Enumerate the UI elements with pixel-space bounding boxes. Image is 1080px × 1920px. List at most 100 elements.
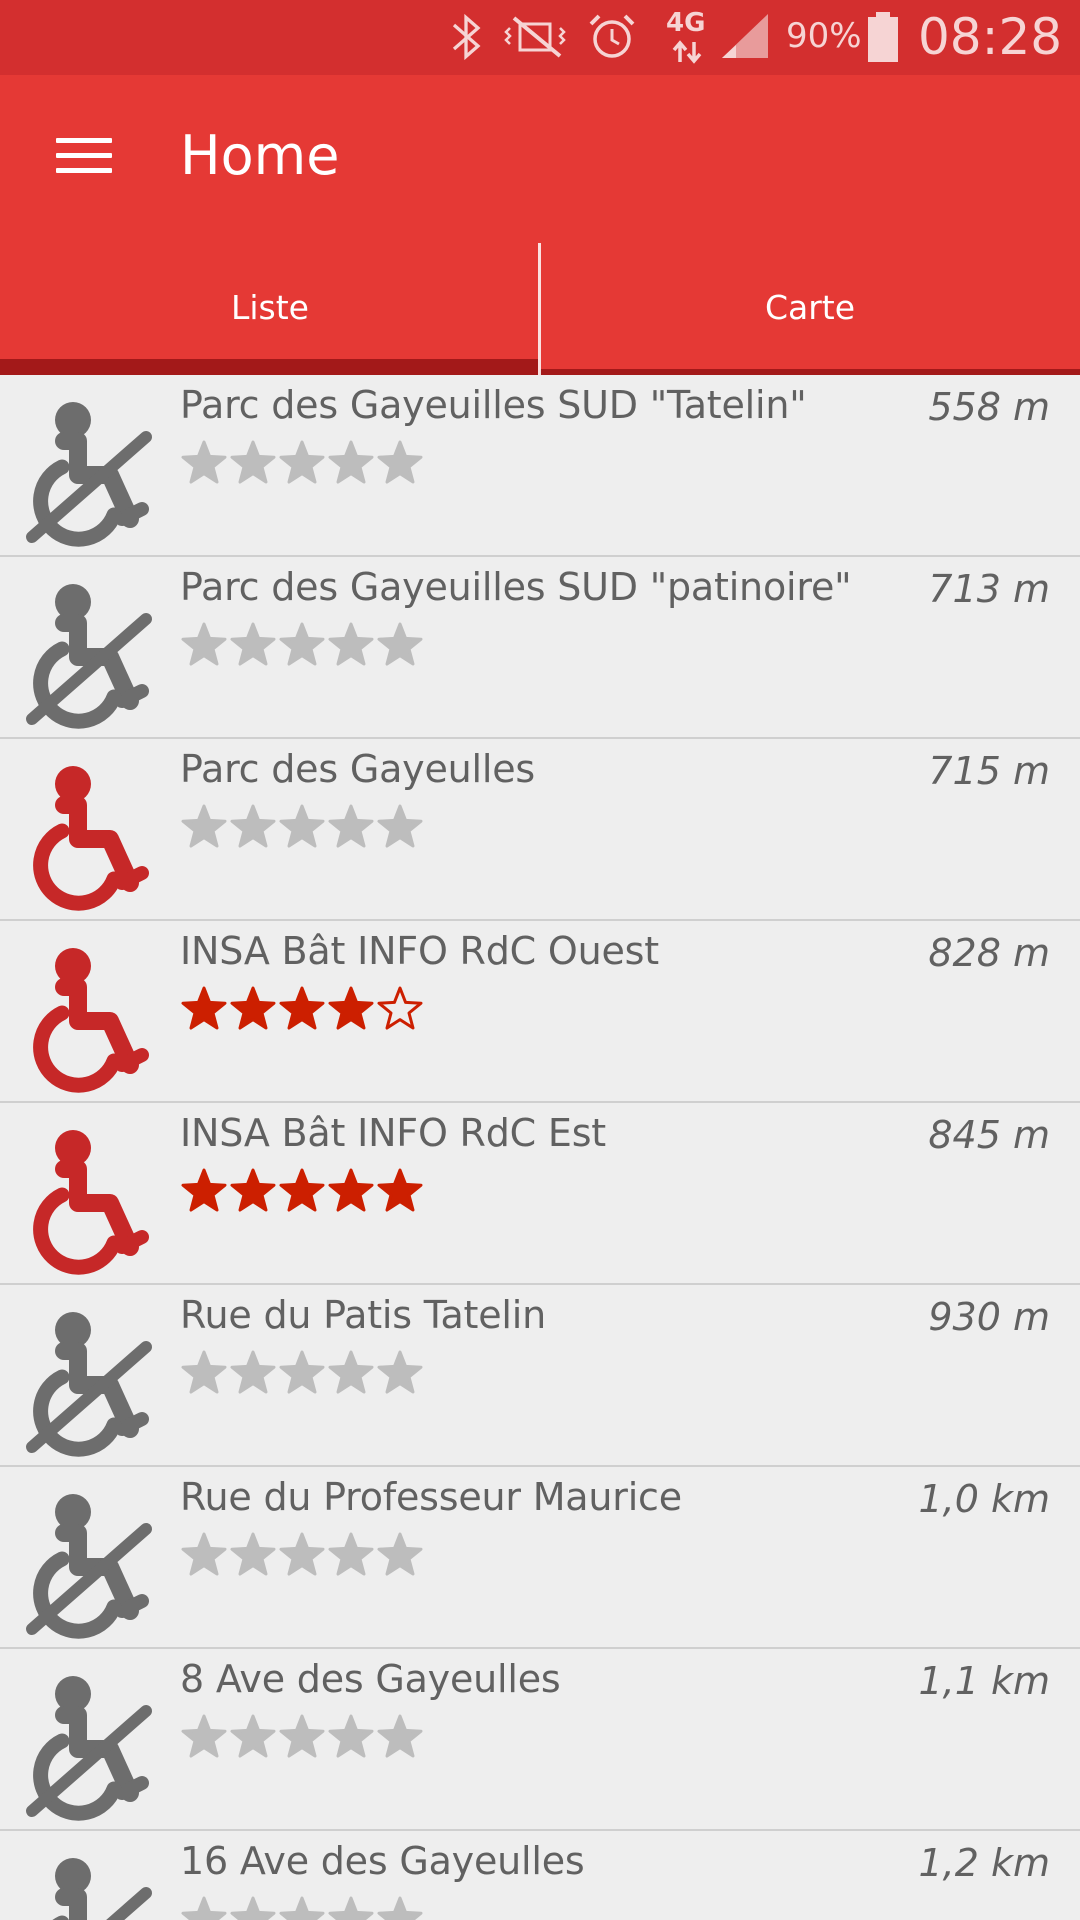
star-icon: [279, 1350, 325, 1394]
place-distance: 715 m: [928, 749, 1050, 793]
place-row[interactable]: Rue du Professeur Maurice 1,0 km: [0, 1467, 1080, 1649]
place-distance: 845 m: [928, 1113, 1050, 1157]
place-name: INSA Bât INFO RdC Est: [180, 1111, 606, 1155]
star-icon: [328, 1714, 374, 1758]
place-distance: 713 m: [928, 567, 1050, 611]
page-title: Home: [180, 124, 340, 187]
rating-stars: [180, 985, 424, 1035]
star-icon: [279, 1714, 325, 1758]
place-row[interactable]: 16 Ave des Gayeulles 1,2 km: [0, 1831, 1080, 1920]
star-icon: [377, 1896, 423, 1920]
rating-stars: [180, 621, 424, 671]
rating-stars: [180, 1713, 424, 1763]
hamburger-menu-icon[interactable]: [38, 117, 128, 191]
place-name: INSA Bât INFO RdC Ouest: [180, 929, 659, 973]
star-icon: [279, 1896, 325, 1920]
place-name: Rue du Patis Tatelin: [180, 1293, 547, 1337]
places-list[interactable]: Parc des Gayeuilles SUD "Tatelin" 558 m Pa…: [0, 375, 1080, 1920]
data-transfer-icon: [672, 40, 702, 64]
star-icon: [328, 1350, 374, 1394]
place-name: 8 Ave des Gayeulles: [180, 1657, 561, 1701]
tab-carte-label: Carte: [764, 288, 856, 327]
star-icon: [377, 440, 423, 484]
star-icon: [377, 1168, 423, 1212]
star-icon: [377, 1532, 423, 1576]
star-icon: [230, 1532, 276, 1576]
tab-bar: Liste Carte: [0, 243, 1080, 375]
star-icon: [328, 1896, 374, 1920]
rating-stars: [180, 803, 424, 853]
star-icon: [181, 622, 227, 666]
place-row[interactable]: INSA Bât INFO RdC Ouest 828 m: [0, 921, 1080, 1103]
star-icon: [181, 1350, 227, 1394]
app-toolbar: Home: [0, 75, 1080, 243]
star-icon: [279, 622, 325, 666]
rating-stars: [180, 1349, 424, 1399]
alarm-icon: [589, 14, 635, 58]
clock: 08:28: [918, 8, 1063, 66]
star-icon: [181, 1532, 227, 1576]
star-icon: [328, 986, 374, 1030]
place-row[interactable]: Parc des Gayeuilles SUD "patinoire" 713 m: [0, 557, 1080, 739]
place-distance: 930 m: [928, 1295, 1050, 1339]
star-icon: [230, 1168, 276, 1212]
star-icon: [230, 1350, 276, 1394]
star-icon: [328, 804, 374, 848]
star-icon: [181, 1714, 227, 1758]
wheelchair-icon: [33, 766, 149, 911]
tab-selected-indicator: [0, 359, 538, 375]
star-icon: [230, 440, 276, 484]
place-row[interactable]: INSA Bât INFO RdC Est 845 m: [0, 1103, 1080, 1285]
tab-carte[interactable]: Carte: [540, 243, 1080, 375]
star-icon: [230, 804, 276, 848]
star-icon: [279, 1168, 325, 1212]
rating-stars: [180, 1167, 424, 1217]
place-name: Parc des Gayeuilles SUD "Tatelin": [180, 383, 807, 427]
rating-stars: [180, 1531, 424, 1581]
place-row[interactable]: Parc des Gayeulles 715 m: [0, 739, 1080, 921]
rating-stars: [180, 439, 424, 489]
place-distance: 1,2 km: [918, 1841, 1050, 1885]
place-row[interactable]: Rue du Patis Tatelin 930 m: [0, 1285, 1080, 1467]
wheelchair-crossed-icon: [26, 402, 152, 547]
signal-icon: [722, 14, 768, 58]
star-icon: [279, 1532, 325, 1576]
star-icon: [377, 986, 423, 1030]
vibrate-mute-icon: [504, 16, 566, 58]
network-type: 4G: [666, 8, 706, 38]
wheelchair-crossed-icon: [26, 1494, 152, 1639]
star-icon: [377, 1714, 423, 1758]
star-icon: [328, 622, 374, 666]
star-icon: [181, 1896, 227, 1920]
star-icon: [279, 440, 325, 484]
star-icon: [230, 1714, 276, 1758]
star-icon: [181, 440, 227, 484]
place-distance: 558 m: [928, 385, 1050, 429]
wheelchair-crossed-icon: [26, 1312, 152, 1457]
star-icon: [181, 1168, 227, 1212]
wheelchair-crossed-icon: [26, 584, 152, 729]
star-icon: [377, 804, 423, 848]
place-name: Parc des Gayeuilles SUD "patinoire": [180, 565, 852, 609]
rating-stars: [180, 1895, 424, 1920]
place-row[interactable]: 8 Ave des Gayeulles 1,1 km: [0, 1649, 1080, 1831]
battery-percentage: 90%: [786, 16, 862, 56]
star-icon: [230, 986, 276, 1030]
tab-divider: [538, 243, 541, 375]
place-row[interactable]: Parc des Gayeuilles SUD "Tatelin" 558 m: [0, 375, 1080, 557]
star-icon: [377, 1350, 423, 1394]
star-icon: [377, 622, 423, 666]
tab-liste-label: Liste: [231, 288, 309, 327]
star-icon: [230, 622, 276, 666]
battery-icon: [868, 12, 898, 62]
star-icon: [181, 986, 227, 1030]
star-icon: [328, 1168, 374, 1212]
star-icon: [279, 986, 325, 1030]
star-icon: [328, 440, 374, 484]
place-distance: 1,1 km: [918, 1659, 1050, 1703]
star-icon: [230, 1896, 276, 1920]
wheelchair-crossed-icon: [26, 1676, 152, 1821]
wheelchair-icon: [33, 948, 149, 1093]
tab-liste[interactable]: Liste: [0, 243, 540, 375]
status-bar: 4G 90% 08:28: [0, 0, 1080, 75]
